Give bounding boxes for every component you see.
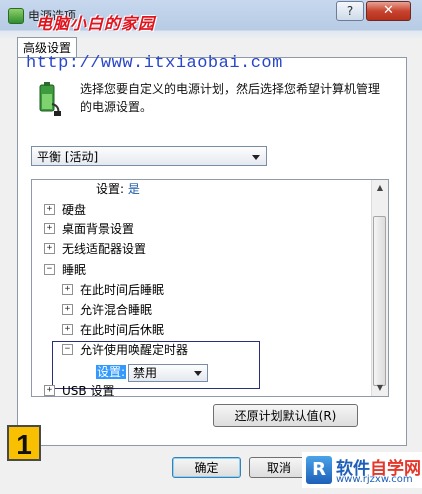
tree-item-hibernate-after[interactable]: + 在此时间后休眠 <box>62 321 164 339</box>
power-plan-dropdown[interactable]: 平衡 [活动] <box>31 146 267 166</box>
setting-value[interactable]: 是 <box>128 182 140 196</box>
chevron-down-icon <box>252 155 260 160</box>
setting-label: 设置: <box>96 182 125 196</box>
setting-label: 设置: <box>96 365 127 379</box>
tree-item-label: 睡眠 <box>62 263 87 277</box>
tree-item-wake-timers-setting: 设置: 禁用 <box>96 361 209 383</box>
tree-item-wake-timers[interactable]: − 允许使用唤醒定时器 <box>62 341 188 359</box>
scroll-down-icon[interactable]: ▼ <box>372 380 388 396</box>
tree-item-sleep[interactable]: − 睡眠 <box>44 261 86 279</box>
tree-item-label: 硬盘 <box>62 203 87 217</box>
scrollbar-thumb[interactable] <box>373 216 386 386</box>
expand-icon[interactable]: + <box>62 304 73 315</box>
expand-icon[interactable]: + <box>62 284 73 295</box>
chevron-down-icon <box>194 370 203 376</box>
tree-item-desktop-background[interactable]: + 桌面背景设置 <box>44 220 134 238</box>
wake-timer-value: 禁用 <box>133 365 158 380</box>
collapse-icon[interactable]: − <box>62 344 73 355</box>
power-options-icon <box>8 8 24 24</box>
expand-icon[interactable]: + <box>62 324 73 335</box>
title-bar: 电源选项 电脑小白的家园 ? ✕ <box>0 0 422 33</box>
step-number-badge: 1 <box>7 425 41 461</box>
site-logo-url: www.rjzxw.com <box>336 474 413 485</box>
tree-item-label: USB 设置 <box>62 384 115 397</box>
tree-item-label: 无线适配器设置 <box>62 242 147 256</box>
ok-button[interactable]: 确定 <box>172 457 241 478</box>
settings-tree[interactable]: 设置: 是 + 硬盘 + 桌面背景设置 + 无线适配器设置 − 睡眠 + 在此时间后睡眠 … <box>31 179 389 397</box>
tree-item-label: 桌面背景设置 <box>62 222 135 236</box>
power-options-window: 电源选项 电脑小白的家园 ? ✕ 高级设置 http://www.itxiaob… <box>0 0 422 494</box>
expand-icon[interactable]: + <box>44 243 55 254</box>
watermark-text: 电脑小白的家园 <box>36 14 156 33</box>
help-button[interactable]: ? <box>336 1 364 21</box>
site-logo-mark: R <box>306 456 332 484</box>
restore-defaults-button[interactable]: 还原计划默认值(R) <box>213 404 358 427</box>
cancel-button[interactable]: 取消 <box>249 457 309 478</box>
tree-item-label: 在此时间后休眠 <box>80 323 165 337</box>
expand-icon[interactable]: + <box>44 385 55 396</box>
expand-icon[interactable]: + <box>44 204 55 215</box>
collapse-icon[interactable]: − <box>44 264 55 275</box>
tree-item-setting: 设置: 是 <box>96 180 140 198</box>
description-text: 选择您要自定义的电源计划，然后选择您希望计算机管理的电源设置。 <box>80 82 381 114</box>
tree-item-usb-settings[interactable]: + USB 设置 <box>44 382 115 397</box>
tree-item-label: 在此时间后睡眠 <box>80 283 165 297</box>
tree-item-hard-disk[interactable]: + 硬盘 <box>44 201 86 219</box>
wake-timer-dropdown[interactable]: 禁用 <box>128 363 209 382</box>
tree-item-hybrid-sleep[interactable]: + 允许混合睡眠 <box>62 301 152 319</box>
expand-icon[interactable]: + <box>44 223 55 234</box>
vertical-scrollbar[interactable]: ▲ ▼ <box>371 180 388 396</box>
tree-item-label: 允许使用唤醒定时器 <box>80 343 189 357</box>
close-button[interactable]: ✕ <box>366 1 411 21</box>
tree-item-sleep-after[interactable]: + 在此时间后睡眠 <box>62 281 164 299</box>
tree-item-wireless-adapter[interactable]: + 无线适配器设置 <box>44 240 146 258</box>
scroll-up-icon[interactable]: ▲ <box>372 180 388 196</box>
url-overlay: http://www.itxiaobai.com <box>26 54 283 73</box>
power-plan-value: 平衡 [活动] <box>37 150 99 164</box>
site-logo: R 软件自学网 www.rjzxw.com <box>302 452 422 488</box>
tree-item-label: 允许混合睡眠 <box>80 303 153 317</box>
battery-plug-icon <box>39 82 61 116</box>
